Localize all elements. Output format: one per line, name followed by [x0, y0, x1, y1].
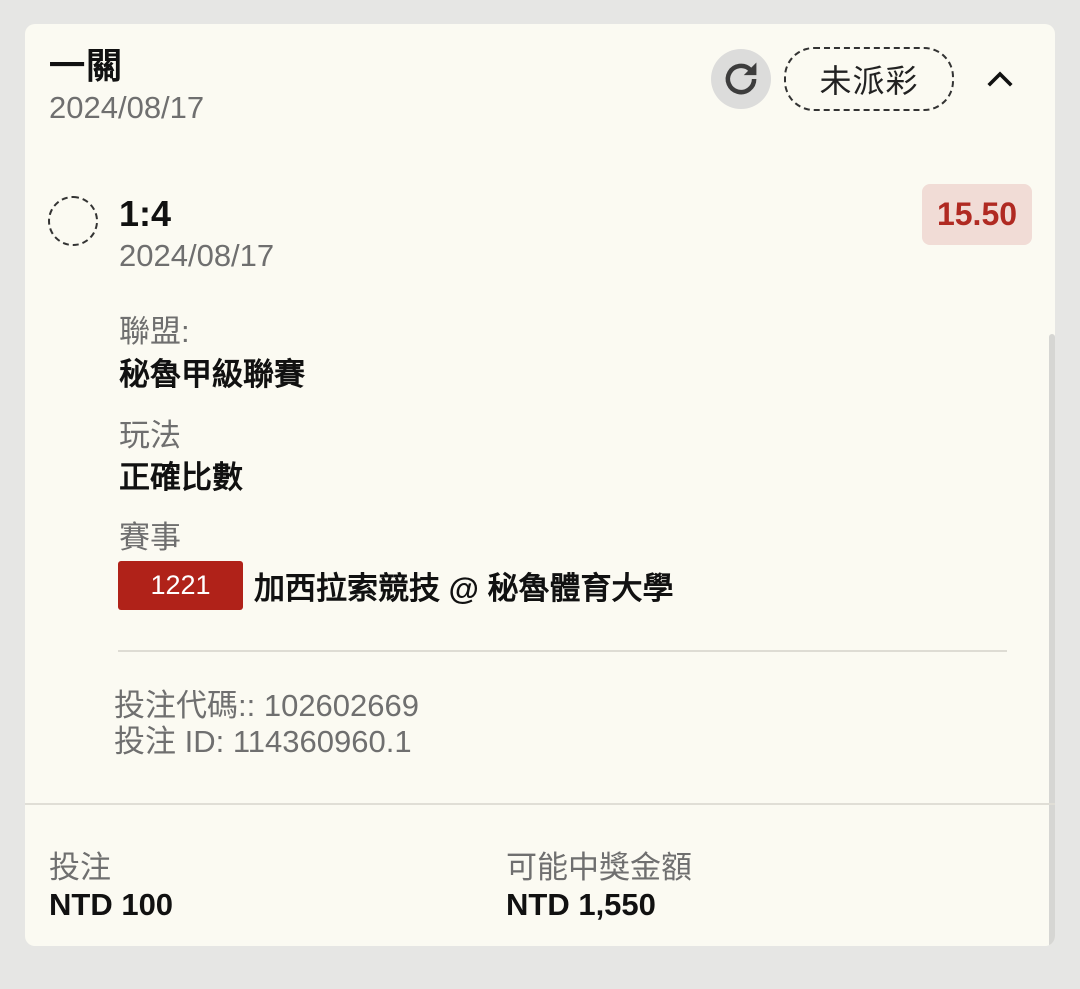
refresh-icon	[725, 62, 757, 95]
bet-date: 2024/08/17	[49, 90, 205, 125]
stake-label: 投注	[49, 850, 111, 885]
league-label: 聯盟:	[119, 314, 190, 349]
payout-label: 可能中獎金額	[506, 850, 692, 885]
bet-id: 投注 ID: 114360960.1	[114, 724, 412, 759]
stake-value: NTD 100	[49, 887, 174, 922]
divider	[118, 650, 1007, 652]
match-label: 賽事	[119, 520, 181, 555]
match-code-badge: 1221	[118, 561, 243, 610]
selection-date: 2024/08/17	[119, 238, 275, 273]
collapse-button[interactable]	[980, 58, 1020, 98]
chevron-up-icon	[987, 71, 1013, 87]
market-value: 正確比數	[119, 460, 243, 495]
refresh-button[interactable]	[711, 49, 771, 109]
league-value: 秘魯甲級聯賽	[119, 357, 305, 392]
bet-card: 一關 2024/08/17 未派彩 1:4 2024/08/17 15.50 聯…	[25, 24, 1055, 946]
odds-badge: 15.50	[922, 184, 1032, 245]
payout-value: NTD 1,550	[506, 887, 656, 922]
footer-divider	[25, 803, 1055, 805]
bet-code: 投注代碼:: 102602669	[114, 688, 420, 723]
status-badge: 未派彩	[784, 47, 954, 111]
match-row: 1221 加西拉索競技 @ 秘魯體育大學	[118, 561, 673, 610]
selection-radio[interactable]	[48, 196, 98, 246]
match-name: 加西拉索競技 @ 秘魯體育大學	[254, 571, 674, 606]
market-label: 玩法	[119, 418, 181, 453]
scrollbar[interactable]	[1049, 334, 1055, 946]
selection-score: 1:4	[119, 193, 172, 234]
bet-type-title: 一關	[49, 45, 124, 86]
